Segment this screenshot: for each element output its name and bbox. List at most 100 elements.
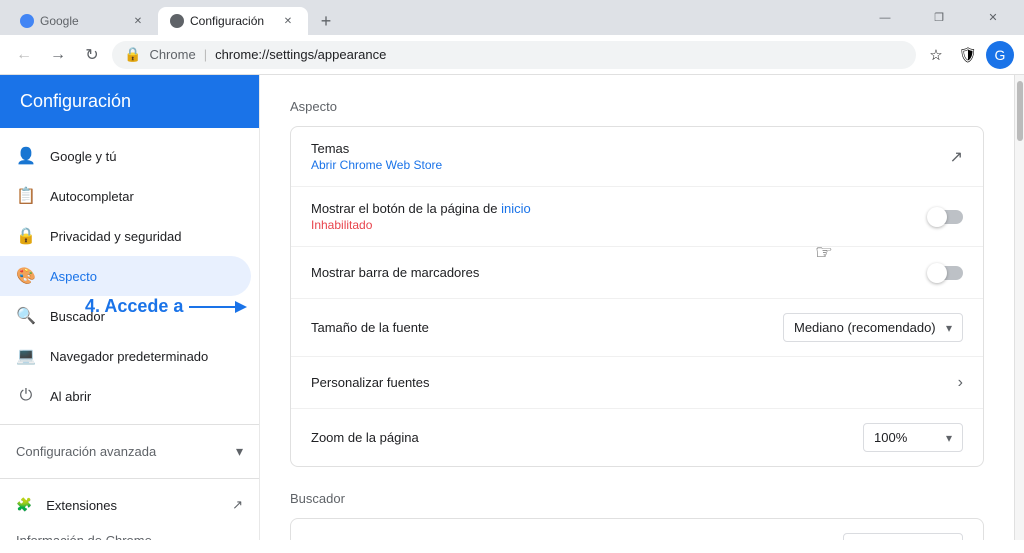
sidebar-extensions[interactable]: 🧩 Extensiones ↗	[0, 487, 259, 523]
sidebar-header: Configuración	[0, 75, 259, 128]
tab-label-settings: Configuración	[190, 14, 264, 28]
sidebar-item-privacidad[interactable]: 🔒 Privacidad y seguridad	[0, 216, 251, 256]
sidebar-label-al-abrir: Al abrir	[50, 389, 91, 404]
pagina-inicio-label-area: Mostrar el botón de la página de inicio …	[311, 201, 929, 232]
tab-close-google[interactable]: ✕	[130, 13, 146, 29]
extensions-icon: 🧩	[16, 497, 32, 513]
reload-button[interactable]: ↻	[78, 41, 106, 69]
barra-marcadores-toggle[interactable]	[929, 266, 963, 280]
temas-sub-label: Abrir Chrome Web Store	[311, 158, 950, 172]
tamano-fuente-row: Tamaño de la fuente Mediano (recomendado…	[291, 299, 983, 357]
zoom-pagina-row: Zoom de la página 100% ▾	[291, 409, 983, 466]
pagina-inicio-main-label: Mostrar el botón de la página de inicio	[311, 201, 929, 216]
zoom-pagina-dropdown[interactable]: 100% ▾	[863, 423, 963, 452]
personalizar-fuentes-main-label: Personalizar fuentes	[311, 375, 958, 390]
forward-button[interactable]: →	[44, 41, 72, 69]
google-tu-icon: 👤	[16, 146, 36, 166]
inicio-link[interactable]: inicio	[501, 201, 531, 216]
tab-favicon-settings	[170, 14, 184, 28]
sidebar-divider	[0, 424, 259, 425]
sidebar-label-google-tu: Google y tú	[50, 149, 117, 164]
browser-window: Google ✕ Configuración ✕ + — ❐ ✕ ← → ↻ 🔒	[0, 0, 1024, 540]
personalizar-fuentes-label-area: Personalizar fuentes	[311, 375, 958, 390]
tab-close-settings[interactable]: ✕	[280, 13, 296, 29]
back-button[interactable]: ←	[10, 41, 38, 69]
restore-button[interactable]: ❐	[916, 3, 962, 33]
sidebar-item-buscador[interactable]: 🔍 Buscador	[0, 296, 251, 336]
sidebar-advanced-section[interactable]: Configuración avanzada ▾	[0, 433, 259, 470]
barra-marcadores-main-label: Mostrar barra de marcadores	[311, 265, 929, 280]
al-abrir-icon: ⏻	[16, 386, 36, 406]
sidebar-item-google-tu[interactable]: 👤 Google y tú	[0, 136, 251, 176]
zoom-pagina-arrow: ▾	[946, 431, 952, 445]
personalizar-fuentes-row[interactable]: Personalizar fuentes ›	[291, 357, 983, 409]
advanced-label: Configuración avanzada	[16, 444, 156, 459]
aspecto-icon: 🎨	[16, 266, 36, 286]
buscador-section-title: Buscador	[290, 491, 984, 506]
aspecto-card: Temas Abrir Chrome Web Store ↗ Mostrar e…	[290, 126, 984, 467]
tab-label-google: Google	[40, 14, 79, 28]
sidebar-item-al-abrir[interactable]: ⏻ Al abrir	[0, 376, 251, 416]
avatar-button[interactable]: G	[986, 41, 1014, 69]
window-controls: — ❐ ✕	[862, 3, 1016, 33]
address-url: chrome://settings/appearance	[215, 47, 386, 62]
buscador-utilizado-row: Buscador utilizado en la barra de direcc…	[291, 519, 983, 540]
sidebar-label-privacidad: Privacidad y seguridad	[50, 229, 182, 244]
tamano-fuente-arrow: ▾	[946, 321, 952, 335]
buscador-dropdown[interactable]: Google ▾	[843, 533, 963, 540]
sidebar-content: 4. Accede a 👤 Google y tú 📋 Autocompleta…	[0, 136, 259, 540]
buscador-card: Buscador utilizado en la barra de direcc…	[290, 518, 984, 540]
sidebar-divider-2	[0, 478, 259, 479]
chrome-label: Chrome	[149, 47, 195, 62]
extensions-external-icon: ↗	[232, 497, 243, 513]
tab-settings[interactable]: Configuración ✕	[158, 7, 308, 35]
sidebar-label-navegador: Navegador predeterminado	[50, 349, 208, 364]
sidebar-label-buscador: Buscador	[50, 309, 105, 324]
sidebar-info[interactable]: Información de Chrome	[0, 523, 259, 540]
temas-external-icon[interactable]: ↗	[950, 147, 963, 167]
navegador-icon: 💻	[16, 346, 36, 366]
sidebar-label-autocompletar: Autocompletar	[50, 189, 134, 204]
nav-right: ☆ 🛡 G	[922, 41, 1014, 69]
minimize-button[interactable]: —	[862, 3, 908, 33]
sidebar-item-autocompletar[interactable]: 📋 Autocompletar	[0, 176, 251, 216]
sidebar-label-aspecto: Aspecto	[50, 269, 97, 284]
aspecto-section-title: Aspecto	[290, 99, 984, 114]
tamano-fuente-dropdown[interactable]: Mediano (recomendado) ▾	[783, 313, 963, 342]
tamano-fuente-label-area: Tamaño de la fuente	[311, 320, 783, 335]
barra-marcadores-label-area: Mostrar barra de marcadores	[311, 265, 929, 280]
new-tab-button[interactable]: +	[312, 7, 340, 35]
zoom-pagina-label-area: Zoom de la página	[311, 430, 863, 445]
main-content: ☞ Aspecto Temas Abrir Chrome Web Store ↗	[260, 75, 1014, 540]
temas-label-area: Temas Abrir Chrome Web Store	[311, 141, 950, 172]
tabs-area: Google ✕ Configuración ✕ +	[8, 0, 340, 35]
tamano-fuente-value: Mediano (recomendado)	[794, 320, 936, 335]
address-separator: |	[204, 47, 207, 62]
buscador-icon: 🔍	[16, 306, 36, 326]
scrollbar[interactable]	[1014, 75, 1024, 540]
zoom-pagina-value: 100%	[874, 430, 907, 445]
lock-icon: 🔒	[124, 46, 141, 63]
pagina-inicio-toggle[interactable]	[929, 210, 963, 224]
autocompletar-icon: 📋	[16, 186, 36, 206]
tab-google[interactable]: Google ✕	[8, 7, 158, 35]
barra-marcadores-row: Mostrar barra de marcadores	[291, 247, 983, 299]
bookmark-icon[interactable]: ☆	[922, 41, 950, 69]
close-button[interactable]: ✕	[970, 3, 1016, 33]
address-bar[interactable]: 🔒 Chrome | chrome://settings/appearance	[112, 41, 916, 69]
sidebar-item-navegador[interactable]: 💻 Navegador predeterminado	[0, 336, 251, 376]
scrollbar-thumb[interactable]	[1017, 81, 1023, 141]
temas-row[interactable]: Temas Abrir Chrome Web Store ↗	[291, 127, 983, 187]
tab-favicon-google	[20, 14, 34, 28]
chevron-down-icon: ▾	[236, 443, 243, 460]
shield-icon[interactable]: 🛡	[954, 41, 982, 69]
extensions-label: Extensiones	[46, 498, 117, 513]
personalizar-fuentes-chevron: ›	[958, 374, 963, 392]
page: Configuración 4. Accede a 👤 Google y tú	[0, 75, 1024, 540]
tamano-fuente-main-label: Tamaño de la fuente	[311, 320, 783, 335]
info-label: Información de Chrome	[16, 533, 152, 540]
sidebar: Configuración 4. Accede a 👤 Google y tú	[0, 75, 260, 540]
pagina-inicio-row: Mostrar el botón de la página de inicio …	[291, 187, 983, 247]
temas-main-label: Temas	[311, 141, 950, 156]
sidebar-item-aspecto[interactable]: 🎨 Aspecto	[0, 256, 251, 296]
